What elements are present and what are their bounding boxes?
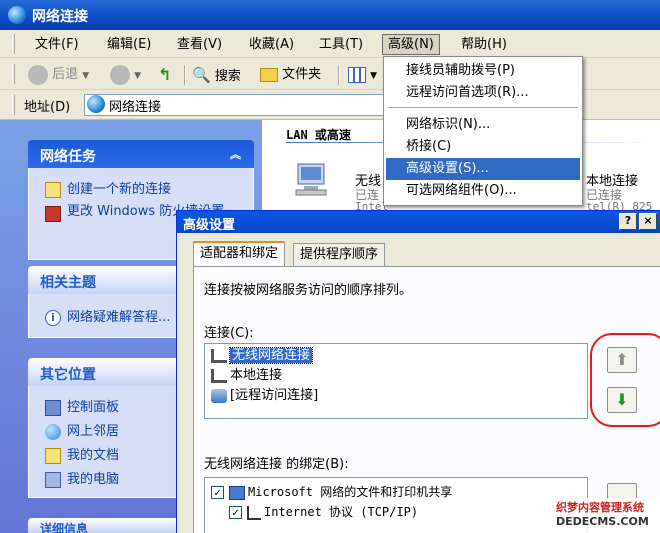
place-my-documents[interactable]: 我的文档 [45, 444, 119, 464]
watermark: 织梦内容管理系统 DEDECMS.COM [552, 498, 660, 533]
firewall-icon [45, 206, 61, 222]
checkbox-checked[interactable]: ✓ [229, 506, 242, 519]
network-adapter-icon [211, 368, 227, 383]
menu-item-operator-dial[interactable]: 接线员辅助拨号(P) [386, 60, 580, 82]
advanced-settings-dialog: 高级设置 ? × 适配器和绑定 提供程序顺序 连接按被网络服务访问的顺序排列。 … [176, 210, 660, 533]
up-folder-icon[interactable]: ↰ [158, 64, 171, 86]
menu-item-bridge[interactable]: 桥接(C) [386, 136, 580, 158]
dialog-title: 高级设置 [183, 218, 236, 233]
back-dropdown-icon: ▼ [82, 71, 90, 81]
forward-arrow-icon [110, 64, 130, 85]
down-arrow-icon: ⬇ [615, 390, 629, 409]
move-up-button[interactable]: ⬆ [607, 347, 637, 373]
menu-edit[interactable]: 编辑(E) [102, 34, 156, 55]
dialog-help-button[interactable]: ? [619, 213, 637, 230]
computer-icon [229, 485, 245, 500]
folders-button[interactable]: 文件夹 [260, 64, 321, 86]
connections-label: 连接(C): [204, 326, 254, 341]
address-grip[interactable] [12, 95, 15, 115]
place-my-computer[interactable]: 我的电脑 [45, 468, 119, 488]
back-arrow-icon [28, 64, 48, 85]
tab-provider-order[interactable]: 提供程序顺序 [293, 243, 386, 267]
views-button[interactable]: ▼ [348, 64, 377, 86]
info-icon: i [45, 309, 61, 326]
window-title: 网络连接 [32, 9, 88, 25]
dialog-titlebar[interactable]: 高级设置 ? × [177, 211, 660, 233]
my-computer-icon [45, 471, 61, 488]
menu-item-optional-components[interactable]: 可选网络组件(O)... [386, 180, 580, 202]
control-panel-icon [45, 399, 61, 416]
search-button[interactable]: 🔍 搜索 [192, 64, 241, 86]
protocol-icon [247, 505, 261, 520]
address-value: 网络连接 [109, 100, 162, 115]
move-down-button[interactable]: ⬇ [607, 387, 637, 413]
views-icon [348, 66, 366, 83]
back-button[interactable]: 后退 ▼ [28, 64, 89, 86]
connections-list[interactable]: 无线网络连接 本地连接 [远程访问连接] [204, 343, 588, 419]
connection-row-wireless[interactable]: 无线网络连接 [211, 346, 314, 366]
dialog-description: 连接按被网络服务访问的顺序排列。 [204, 283, 413, 298]
menu-tools[interactable]: 工具(T) [314, 34, 368, 55]
search-icon: 🔍 [192, 66, 211, 84]
forward-dropdown-icon: ▼ [134, 71, 142, 81]
task-create-connection[interactable]: 创建一个新的连接 [45, 178, 171, 198]
network-connections-icon [87, 95, 105, 113]
place-network-places[interactable]: 网上邻居 [45, 420, 119, 440]
network-tasks-header[interactable]: 网络任务 ︽ [28, 140, 254, 168]
toolbar-separator [184, 65, 186, 85]
network-places-icon [45, 423, 61, 440]
collapse-chevron-icon[interactable]: ︽ [230, 146, 244, 161]
remote-access-icon [211, 388, 227, 403]
address-input[interactable]: 网络连接 [84, 94, 414, 116]
binding-row-tcpip[interactable]: ✓ Internet 协议 (TCP/IP) [229, 502, 418, 522]
connection-row-remote[interactable]: [远程访问连接] [211, 386, 318, 406]
dialog-close-button[interactable]: × [639, 213, 657, 230]
task-network-troubleshooter[interactable]: i 网络疑难解答程... [45, 306, 170, 326]
tab-panel: 连接按被网络服务访问的顺序排列。 连接(C): 无线网络连接 本地连接 [远程访… [193, 266, 660, 533]
menu-view[interactable]: 查看(V) [172, 34, 227, 55]
up-arrow-icon: ⬆ [615, 350, 629, 369]
menu-advanced[interactable]: 高级(N) [382, 34, 440, 55]
network-adapter-icon [211, 348, 227, 363]
bindings-list[interactable]: ✓ Microsoft 网络的文件和打印机共享 ✓ Internet 协议 (TCP… [204, 477, 588, 533]
tab-adapters-bindings[interactable]: 适配器和绑定 [193, 241, 286, 267]
menu-item-network-id[interactable]: 网络标识(N)... [386, 114, 580, 136]
forward-button[interactable]: ▼ [110, 64, 141, 86]
checkbox-checked[interactable]: ✓ [211, 486, 224, 499]
menu-file[interactable]: 文件(F) [30, 34, 84, 55]
menu-item-remote-access-prefs[interactable]: 远程访问首选项(R)... [386, 82, 580, 104]
wireless-connection-icon[interactable] [290, 160, 332, 198]
menubar-grip[interactable] [12, 34, 15, 54]
menubar: 文件(F) 编辑(E) 查看(V) 收藏(A) 工具(T) 高级(N) 帮助(H… [0, 30, 660, 58]
group-title-lan: LAN 或高速 [286, 128, 351, 142]
binding-row-file-sharing[interactable]: ✓ Microsoft 网络的文件和打印机共享 [211, 482, 452, 502]
menu-favorites[interactable]: 收藏(A) [244, 34, 299, 55]
views-dropdown-icon: ▼ [370, 71, 378, 81]
place-control-panel[interactable]: 控制面板 [45, 396, 119, 416]
toolbar-separator [338, 65, 340, 85]
menu-item-advanced-settings[interactable]: 高级设置(S)... [386, 158, 580, 180]
window-titlebar[interactable]: 网络连接 [0, 0, 660, 30]
advanced-menu-dropdown: 接线员辅助拨号(P) 远程访问首选项(R)... 网络标识(N)... 桥接(C… [383, 56, 583, 206]
address-label: 地址(D) [24, 100, 71, 115]
menu-help[interactable]: 帮助(H) [456, 34, 512, 55]
menu-separator [388, 107, 578, 108]
new-connection-icon [45, 181, 61, 198]
toolbar-grip[interactable] [12, 64, 15, 84]
connection-row-local[interactable]: 本地连接 [211, 366, 282, 386]
bindings-label: 无线网络连接 的绑定(B): [204, 457, 349, 472]
my-documents-icon [45, 447, 61, 464]
network-connections-icon [8, 6, 26, 24]
folder-icon [260, 67, 278, 82]
